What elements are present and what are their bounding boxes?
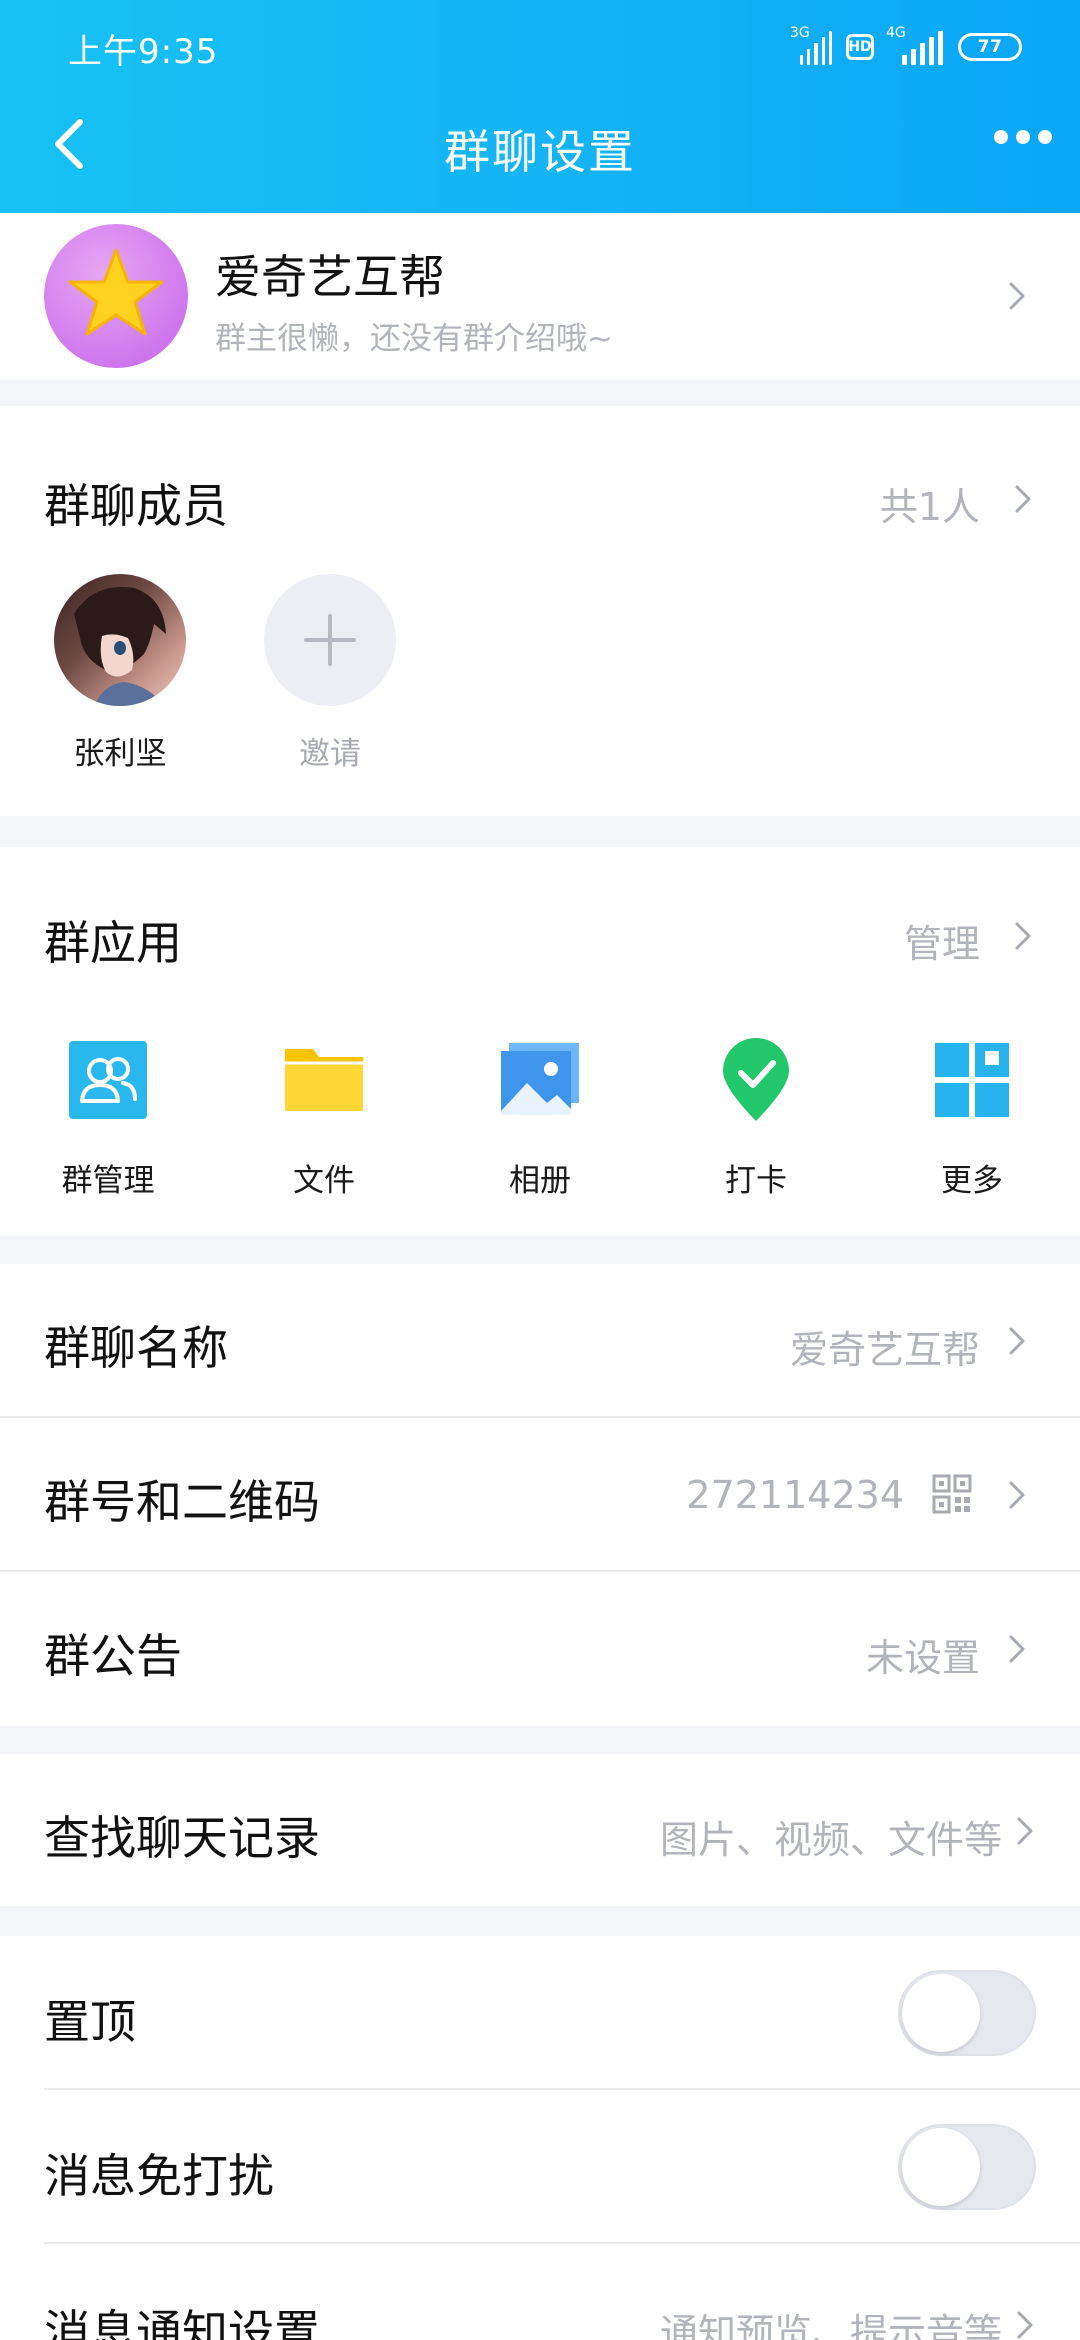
- app-label: 文件: [293, 1163, 355, 1199]
- status-time: 上午9:35: [68, 32, 219, 72]
- settings-card: 置顶 消息免打扰 消息通知设置 通知预览、提示音等: [0, 1936, 1080, 2340]
- chevron-right-icon: [1008, 1480, 1026, 1510]
- group-notice-value: 未设置: [865, 1636, 980, 1680]
- pin-toggle[interactable]: [898, 1970, 1036, 2056]
- pin-row: 置顶: [0, 1936, 1080, 2088]
- group-manage-icon: [65, 1037, 151, 1123]
- chevron-right-icon: [1014, 921, 1032, 951]
- apps-manage: 管理: [903, 922, 980, 966]
- header: 上午9:35 3G HD 4G 77 群聊设置: [0, 0, 1080, 213]
- avatar: [54, 574, 186, 706]
- info-card: 群聊名称 爱奇艺互帮 群号和二维码 272114234 群公告 未设置: [0, 1264, 1080, 1726]
- group-number-row[interactable]: 群号和二维码 272114234: [0, 1418, 1080, 1570]
- app-label: 群管理: [61, 1163, 155, 1199]
- album-icon: [497, 1037, 583, 1123]
- group-name-label: 群聊名称: [44, 1321, 228, 1375]
- add-icon: [264, 574, 396, 706]
- chevron-right-icon: [1016, 1816, 1034, 1846]
- chevron-right-icon: [1008, 281, 1026, 311]
- hd-icon: HD: [846, 34, 874, 60]
- chevron-right-icon: [1008, 1634, 1026, 1664]
- battery-icon: 77: [958, 33, 1022, 61]
- group-profile-card[interactable]: 爱奇艺互帮 群主很懒，还没有群介绍哦~: [0, 213, 1080, 379]
- app-more[interactable]: 更多: [892, 1037, 1052, 1199]
- qr-code-icon: [932, 1474, 972, 1514]
- members-title: 群聊成员: [44, 479, 228, 533]
- group-settings-page: 上午9:35 3G HD 4G 77 群聊设置 爱奇艺互帮 群主很懒，还没有群介…: [0, 0, 1080, 2340]
- group-avatar: [44, 224, 188, 368]
- app-files[interactable]: 文件: [244, 1037, 404, 1199]
- notify-settings-label: 消息通知设置: [44, 2305, 320, 2340]
- app-label: 相册: [509, 1163, 571, 1199]
- group-name-row[interactable]: 群聊名称 爱奇艺互帮: [0, 1264, 1080, 1416]
- app-label: 更多: [941, 1163, 1003, 1199]
- status-icons: 3G HD 4G 77: [790, 24, 1022, 70]
- app-label: 打卡: [725, 1163, 787, 1199]
- notify-settings-value: 通知预览、提示音等: [659, 2311, 1002, 2340]
- group-intro: 群主很懒，还没有群介绍哦~: [215, 321, 613, 357]
- group-notice-label: 群公告: [44, 1629, 182, 1683]
- mute-toggle[interactable]: [898, 2124, 1036, 2210]
- group-name-value: 爱奇艺互帮: [789, 1328, 980, 1372]
- group-number-value: 272114234: [686, 1473, 904, 1517]
- signal-4g-icon: 4G: [886, 25, 944, 65]
- invite-label: 邀请: [299, 736, 361, 772]
- group-number-label: 群号和二维码: [44, 1475, 320, 1529]
- group-notice-row[interactable]: 群公告 未设置: [0, 1572, 1080, 1724]
- checkin-icon: [713, 1037, 799, 1123]
- invite-button[interactable]: 邀请: [250, 574, 410, 774]
- member-item[interactable]: 张利坚: [40, 574, 200, 774]
- chevron-right-icon: [1016, 2310, 1034, 2340]
- members-row[interactable]: 群聊成员 共1人: [0, 406, 1080, 586]
- app-album[interactable]: 相册: [460, 1037, 620, 1199]
- mute-row: 消息免打扰: [0, 2090, 1080, 2242]
- notify-settings-row[interactable]: 消息通知设置 通知预览、提示音等: [0, 2244, 1080, 2340]
- signal-3g-icon: 3G: [790, 25, 833, 65]
- chevron-right-icon: [1014, 484, 1032, 514]
- folder-icon: [281, 1037, 367, 1123]
- search-history-row[interactable]: 查找聊天记录 图片、视频、文件等: [0, 1754, 1080, 1906]
- star-icon: [68, 248, 164, 336]
- chevron-right-icon: [1008, 1326, 1026, 1356]
- apps-title: 群应用: [44, 916, 182, 970]
- mute-label: 消息免打扰: [44, 2149, 274, 2203]
- app-checkin[interactable]: 打卡: [676, 1037, 836, 1199]
- members-count: 共1人: [879, 485, 980, 529]
- page-title: 群聊设置: [444, 125, 636, 179]
- search-history-label: 查找聊天记录: [44, 1811, 320, 1865]
- member-name: 张利坚: [73, 736, 167, 772]
- app-group-manage[interactable]: 群管理: [28, 1037, 188, 1199]
- search-history-value: 图片、视频、文件等: [659, 1818, 1002, 1862]
- apps-card: 群应用 管理 群管理 文件 相册 打卡 更多: [0, 847, 1080, 1235]
- members-card: 群聊成员 共1人 张利坚 邀请: [0, 406, 1080, 816]
- group-name: 爱奇艺互帮: [215, 250, 445, 304]
- pin-label: 置顶: [44, 1995, 136, 2049]
- apps-header-row[interactable]: 群应用 管理: [0, 847, 1080, 977]
- more-button[interactable]: [994, 130, 1052, 144]
- more-grid-icon: [929, 1037, 1015, 1123]
